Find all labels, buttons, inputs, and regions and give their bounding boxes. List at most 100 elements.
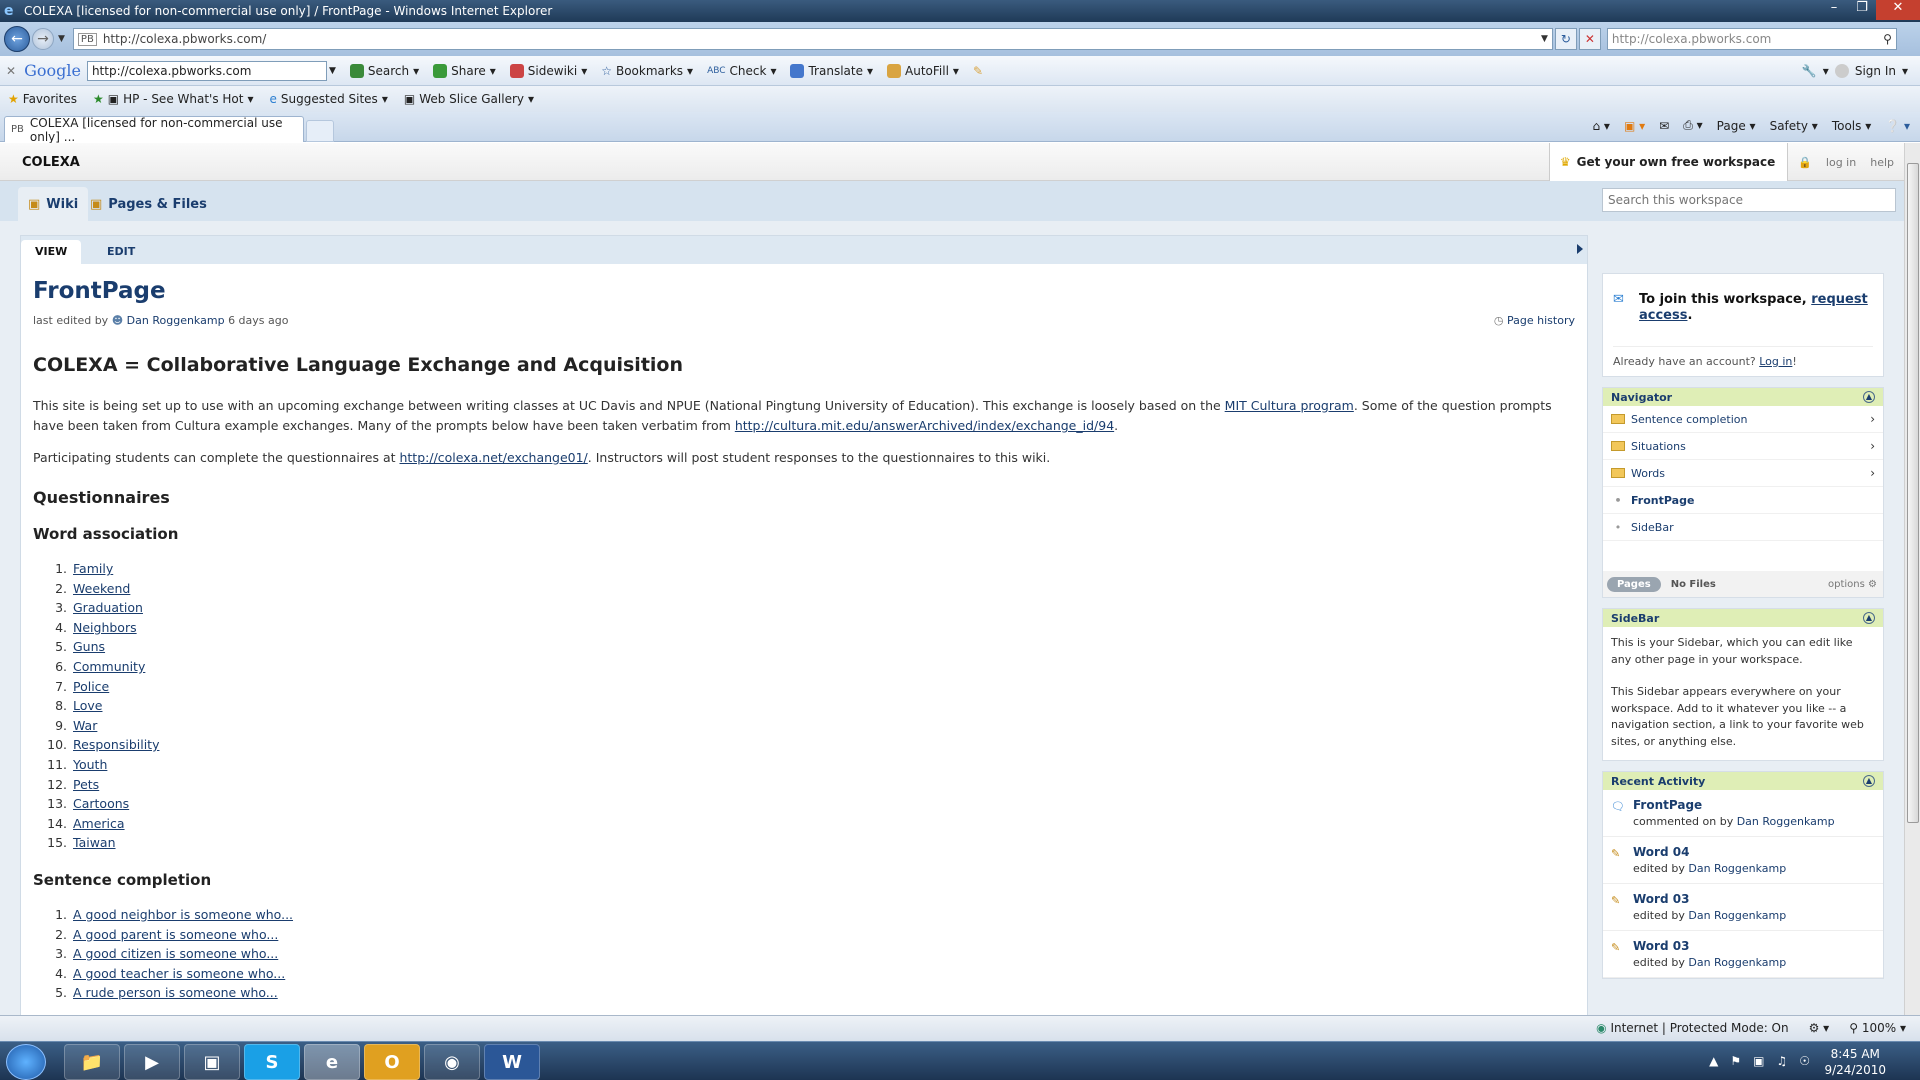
clock[interactable]: 8:45 AM 9/24/2010 [1824,1046,1886,1078]
vertical-scrollbar[interactable] [1904,143,1920,1015]
security-shield-icon[interactable]: ☉ [1799,1054,1810,1068]
sentence-link[interactable]: A good citizen is someone who... [73,946,278,961]
workspace-search-input[interactable] [1602,188,1896,212]
activity-user-link[interactable]: Dan Roggenkamp [1737,815,1835,828]
word-link[interactable]: Youth [73,757,107,772]
editor-link[interactable]: Dan Roggenkamp [127,314,225,327]
internet-explorer-icon[interactable]: e [304,1044,360,1080]
nav-page-frontpage[interactable]: • FrontPage [1603,487,1883,514]
home-icon[interactable]: ⌂ ▾ [1593,119,1610,133]
search-magnifier-icon[interactable]: ⚲ [1883,32,1892,46]
refresh-icon[interactable]: ↻ [1554,28,1577,50]
edit-tab[interactable]: EDIT [93,240,149,264]
nav-page-sidebar[interactable]: • SideBar [1603,514,1883,541]
outlook-icon[interactable]: O [364,1044,420,1080]
view-tab[interactable]: VIEW [21,240,82,264]
fav-web-slice-gallery[interactable]: ▣ Web Slice Gallery ▾ [404,92,534,106]
show-hidden-icons[interactable]: ▲ [1709,1054,1718,1068]
activity-user-link[interactable]: Dan Roggenkamp [1688,909,1786,922]
toolbar-check-button[interactable]: ABC Check ▾ [707,64,776,78]
word-link[interactable]: Love [73,698,102,713]
browser-tab-colexa[interactable]: PB COLEXA [licensed for non-commercial u… [4,116,304,144]
word-link[interactable]: Graduation [73,600,143,615]
exchange-link[interactable]: http://colexa.net/exchange01/ [399,450,587,465]
google-dropdown-icon[interactable]: ▼ [329,66,336,76]
pencil-icon[interactable]: ✎ [973,64,983,78]
eye-app-icon[interactable]: ◉ [424,1044,480,1080]
collapse-icon[interactable]: ▲ [1863,775,1875,787]
nav-folder-words[interactable]: Words › [1603,460,1883,487]
toolbar-search-button[interactable]: Search ▾ [349,63,419,78]
word-link[interactable]: Neighbors [73,620,137,635]
word-link[interactable]: Family [73,561,113,576]
page-menu[interactable]: Page ▾ [1717,119,1756,133]
skype-icon[interactable]: S [244,1044,300,1080]
tools-menu[interactable]: Tools ▾ [1832,119,1871,133]
workspace-name[interactable]: COLEXA [22,155,80,170]
address-field[interactable]: PB http://colexa.pbworks.com/ ▼ [72,28,1553,50]
mail-icon[interactable]: ✉ [1659,119,1669,133]
mit-cultura-link[interactable]: MIT Cultura program [1225,398,1354,413]
security-zone[interactable]: ◉ Internet | Protected Mode: On [1596,1021,1788,1035]
word-link[interactable]: Community [73,659,145,674]
new-tab-button[interactable] [306,120,334,142]
scrollbar-thumb[interactable] [1907,163,1919,823]
explorer-icon[interactable]: 📁 [64,1044,120,1080]
toolbar-translate-button[interactable]: Translate ▾ [790,63,873,78]
network-icon[interactable]: ▣ [1753,1054,1764,1068]
google-sign-in[interactable]: 🔧 ▾ Sign In ▾ [1802,63,1908,78]
sentence-link[interactable]: A good teacher is someone who... [73,966,285,981]
sentence-link[interactable]: A good neighbor is someone who... [73,907,293,922]
back-button[interactable]: ← [4,26,30,52]
word-link[interactable]: Responsibility [73,737,159,752]
tab-wiki[interactable]: ▣ Wiki [18,187,89,221]
start-button[interactable] [6,1044,46,1080]
toolbar-close-icon[interactable]: ✕ [6,64,16,78]
tab-pages-files[interactable]: ▣ Pages & Files [80,187,217,221]
sentence-link[interactable]: A rude person is someone who... [73,985,278,1000]
activity-page-link[interactable]: Word 04 [1633,845,1689,859]
collapse-icon[interactable]: ▲ [1863,391,1875,403]
word-link[interactable]: America [73,816,125,831]
media-player-icon[interactable]: ▶ [124,1044,180,1080]
sidebar-login-link[interactable]: Log in [1759,355,1792,368]
nav-folder-situations[interactable]: Situations › [1603,433,1883,460]
address-dropdown-icon[interactable]: ▼ [1541,34,1548,44]
flag-icon[interactable]: ⚑ [1730,1054,1741,1068]
get-workspace-link[interactable]: ♛ Get your own free workspace [1548,143,1789,181]
activity-page-link[interactable]: Word 03 [1633,939,1689,953]
collapse-icon[interactable]: ▲ [1863,612,1875,624]
options-link[interactable]: options ⚙ [1828,579,1877,590]
addon-status-icon[interactable]: ⚙ ▾ [1809,1021,1830,1035]
print-icon[interactable]: ⎙ ▾ [1683,118,1702,133]
fav-suggested-sites[interactable]: e Suggested Sites ▾ [270,92,388,106]
google-search-input[interactable]: http://colexa.pbworks.com [86,60,327,81]
word-link[interactable]: Taiwan [73,835,116,850]
toolbar-bookmarks-button[interactable]: ☆ Bookmarks ▾ [601,64,693,78]
nav-folder-sentence-completion[interactable]: Sentence completion › [1603,406,1883,433]
cultura-archive-link[interactable]: http://cultura.mit.edu/answerArchived/in… [735,418,1114,433]
word-icon[interactable]: W [484,1044,540,1080]
page-history-link[interactable]: ◷ Page history [1494,314,1575,327]
search-box[interactable]: http://colexa.pbworks.com ⚲ [1606,28,1897,50]
word-link[interactable]: Guns [73,639,105,654]
history-dropdown-icon[interactable]: ▼ [58,34,65,44]
toolbar-autofill-button[interactable]: AutoFill ▾ [887,63,959,78]
toolbar-sidewiki-button[interactable]: Sidewiki ▾ [509,63,587,78]
activity-page-link[interactable]: Word 03 [1633,892,1689,906]
word-link[interactable]: Cartoons [73,796,129,811]
forward-button[interactable]: → [32,28,54,50]
word-link[interactable]: Weekend [73,581,130,596]
zoom-control[interactable]: ⚲ 100% ▾ [1849,1021,1906,1035]
sentence-link[interactable]: A good parent is someone who... [73,927,278,942]
activity-user-link[interactable]: Dan Roggenkamp [1688,956,1786,969]
help-icon[interactable]: ❔ ▾ [1885,119,1910,133]
volume-icon[interactable]: ♫ [1776,1054,1787,1068]
maximize-button[interactable]: ❐ [1848,0,1876,20]
toolbar-share-button[interactable]: Share ▾ [433,63,496,78]
word-link[interactable]: Pets [73,777,99,792]
rss-feed-icon[interactable]: ▣ ▾ [1624,119,1645,133]
stop-icon[interactable]: ✕ [1578,28,1601,50]
minimize-button[interactable]: – [1820,0,1848,20]
close-window-button[interactable]: ✕ [1876,0,1920,20]
